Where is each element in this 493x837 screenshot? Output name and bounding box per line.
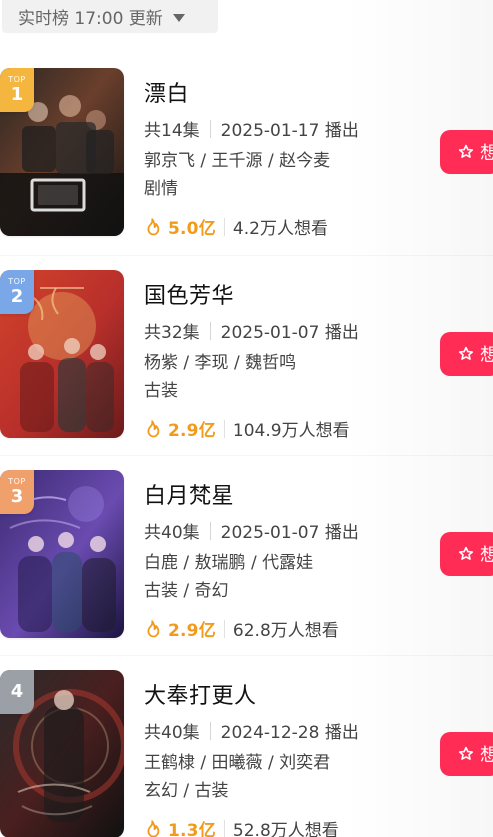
want-button-label: 想	[480, 745, 493, 766]
flame-icon	[147, 217, 160, 235]
episode-count: 共40集	[144, 723, 200, 743]
episode-count: 共32集	[144, 323, 200, 343]
show-title[interactable]: 大奉打更人	[144, 678, 257, 710]
meta-separator	[209, 521, 211, 540]
show-title[interactable]: 国色芳华	[144, 278, 234, 310]
divider	[0, 655, 493, 656]
show-title[interactable]: 白月梵星	[144, 478, 234, 510]
divider	[0, 455, 493, 456]
realtime-dropdown[interactable]: 实时榜 17:00 更新	[2, 0, 218, 33]
heat-row: 2.9亿 104.9万人想看	[144, 416, 350, 441]
flame-icon	[147, 619, 160, 637]
show-meta: 共32集 2025-01-07 播出	[144, 318, 359, 343]
show-title[interactable]: 漂白	[144, 76, 189, 108]
meta-separator	[209, 721, 211, 740]
star-outline-icon	[458, 746, 474, 760]
show-cast: 白鹿 / 敖瑞鹏 / 代露娃	[144, 553, 314, 573]
star-outline-icon	[458, 144, 474, 158]
episode-count: 共40集	[144, 523, 200, 543]
poster-image[interactable]: 4	[0, 670, 124, 837]
air-date: 2025-01-07 播出	[220, 523, 359, 543]
want-button[interactable]: 想	[440, 332, 493, 376]
want-count: 104.9万人想看	[232, 421, 350, 441]
rank-badge: TOP 2	[0, 270, 34, 314]
rank-badge: TOP 1	[0, 68, 34, 112]
heat-value: 2.9亿	[168, 621, 216, 641]
meta-separator	[209, 119, 211, 138]
rank-number: 4	[10, 681, 24, 702]
heat-row: 5.0亿 4.2万人想看	[144, 214, 328, 239]
poster-image[interactable]: TOP 2	[0, 270, 124, 438]
rank-top-label: TOP	[8, 75, 26, 84]
want-button[interactable]: 想	[440, 732, 493, 776]
flame-icon	[147, 819, 160, 837]
want-button-label: 想	[480, 143, 493, 164]
rank-badge: TOP 3	[0, 470, 34, 514]
rank-badge: 4	[0, 670, 34, 714]
want-button-label: 想	[480, 545, 493, 566]
show-genre: 玄幻 / 古装	[144, 781, 229, 801]
heat-row: 1.3亿 52.8万人想看	[144, 816, 339, 837]
meta-separator	[209, 321, 211, 340]
heat-separator	[223, 819, 225, 837]
show-genre: 剧情	[144, 179, 178, 199]
list-item[interactable]: TOP 2 国色芳华 共32集 2025-01-07 播出 杨紫 / 李现 / …	[0, 270, 493, 450]
want-button[interactable]: 想	[440, 130, 493, 174]
heat-separator	[223, 619, 225, 638]
episode-count: 共14集	[144, 121, 200, 141]
heat-separator	[223, 217, 225, 236]
caret-down-icon	[172, 13, 185, 22]
show-genre: 古装 / 奇幻	[144, 581, 229, 601]
air-date: 2024-12-28 播出	[220, 723, 359, 743]
divider	[0, 255, 493, 256]
rank-number: 2	[10, 286, 24, 307]
page: 实时榜 17:00 更新 TOP 1 漂白 共14集 2025-01-17 播出…	[0, 0, 493, 837]
want-count: 4.2万人想看	[232, 219, 328, 239]
poster-image[interactable]: TOP 1	[0, 68, 124, 236]
want-button[interactable]: 想	[440, 532, 493, 576]
show-meta: 共40集 2025-01-07 播出	[144, 518, 359, 543]
show-cast: 杨紫 / 李现 / 魏哲鸣	[144, 353, 297, 373]
heat-value: 2.9亿	[168, 421, 216, 441]
star-outline-icon	[458, 346, 474, 360]
show-cast: 王鹤棣 / 田曦薇 / 刘奕君	[144, 753, 331, 773]
list-item[interactable]: TOP 3 白月梵星 共40集 2025-01-07 播出 白鹿 / 敖瑞鹏 /…	[0, 470, 493, 650]
heat-row: 2.9亿 62.8万人想看	[144, 616, 339, 641]
show-meta: 共14集 2025-01-17 播出	[144, 116, 359, 141]
realtime-label: 实时榜 17:00 更新	[18, 9, 163, 29]
show-meta: 共40集 2024-12-28 播出	[144, 718, 359, 743]
heat-value: 1.3亿	[168, 821, 216, 837]
flame-icon	[147, 419, 160, 437]
rank-top-label: TOP	[8, 477, 26, 486]
rank-number: 1	[10, 84, 24, 105]
heat-separator	[223, 419, 225, 438]
poster-image[interactable]: TOP 3	[0, 470, 124, 638]
air-date: 2025-01-07 播出	[220, 323, 359, 343]
show-genre: 古装	[144, 381, 178, 401]
want-count: 62.8万人想看	[232, 621, 339, 641]
list-item[interactable]: 4 大奉打更人 共40集 2024-12-28 播出 王鹤棣 / 田曦薇 / 刘…	[0, 670, 493, 837]
rank-top-label: TOP	[8, 277, 26, 286]
star-outline-icon	[458, 546, 474, 560]
rank-number: 3	[10, 486, 24, 507]
want-count: 52.8万人想看	[232, 821, 339, 837]
list-item[interactable]: TOP 1 漂白 共14集 2025-01-17 播出 郭京飞 / 王千源 / …	[0, 68, 493, 248]
air-date: 2025-01-17 播出	[220, 121, 359, 141]
want-button-label: 想	[480, 345, 493, 366]
heat-value: 5.0亿	[168, 219, 216, 239]
show-cast: 郭京飞 / 王千源 / 赵今麦	[144, 151, 331, 171]
